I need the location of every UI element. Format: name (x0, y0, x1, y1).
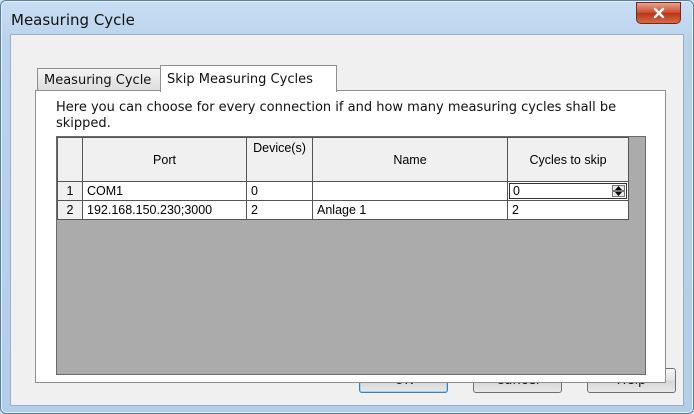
cycles-to-skip-cell[interactable]: 0 (507, 181, 629, 201)
column-header-devices[interactable]: Device(s) (246, 137, 313, 182)
tab-label: Skip Measuring Cycles (167, 71, 313, 87)
measuring-cycle-dialog: Measuring Cycle Measuring Cycle Skip Mea… (0, 0, 694, 414)
table-row[interactable]: 2 192.168.150.230;3000 2 Anlage 1 2 (57, 200, 629, 220)
cycles-to-skip-cell[interactable]: 2 (507, 200, 629, 220)
column-header-name[interactable]: Name (312, 137, 508, 182)
cycles-to-skip-stepper[interactable]: 0 (509, 183, 627, 199)
devices-cell[interactable]: 0 (246, 181, 313, 201)
stepper-value[interactable]: 0 (513, 184, 520, 198)
tab-skip-measuring-cycles[interactable]: Skip Measuring Cycles (160, 65, 337, 92)
window-title: Measuring Cycle (11, 11, 135, 29)
row-number[interactable]: 2 (57, 200, 83, 220)
grid-header-row: Port Device(s) Name Cycles to skip (57, 137, 629, 182)
column-header-cycles-to-skip[interactable]: Cycles to skip (507, 137, 629, 182)
spinner-buttons (612, 185, 625, 197)
close-button[interactable] (636, 2, 681, 24)
tab-label: Measuring Cycle (44, 72, 152, 88)
column-header-port[interactable]: Port (82, 137, 247, 182)
spin-down-button[interactable] (612, 191, 625, 197)
dialog-client-area: Measuring Cycle Skip Measuring Cycles He… (10, 34, 684, 406)
arrow-up-icon (615, 186, 622, 190)
name-cell[interactable]: Anlage 1 (312, 200, 508, 220)
grid-corner-cell (57, 137, 83, 182)
connections-grid[interactable]: Port Device(s) Name Cycles to skip 1 COM… (56, 136, 646, 375)
table-row[interactable]: 1 COM1 0 0 (57, 181, 629, 201)
name-cell[interactable] (312, 181, 508, 201)
row-number[interactable]: 1 (57, 181, 83, 201)
port-cell[interactable]: COM1 (82, 181, 247, 201)
devices-cell[interactable]: 2 (246, 200, 313, 220)
port-cell[interactable]: 192.168.150.230;3000 (82, 200, 247, 220)
description-text: Here you can choose for every connection… (56, 100, 617, 131)
tab-measuring-cycle[interactable]: Measuring Cycle (37, 68, 167, 91)
skip-cycles-panel: Here you can choose for every connection… (35, 90, 666, 383)
arrow-down-icon (615, 192, 622, 196)
close-icon (653, 7, 664, 19)
title-bar[interactable]: Measuring Cycle (1, 1, 693, 35)
